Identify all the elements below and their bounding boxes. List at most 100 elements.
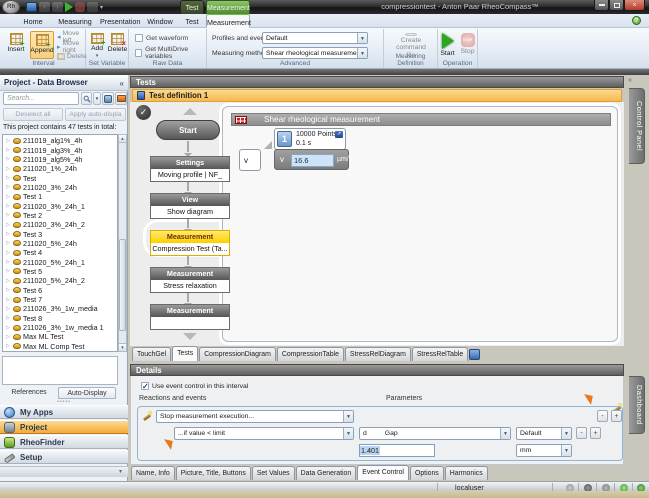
parameter-dropdown[interactable]: dGap ▼: [359, 427, 511, 440]
expander-icon[interactable]: ▷: [6, 138, 11, 144]
list-item[interactable]: ▷Test 7: [3, 295, 117, 304]
tab-compressiontable[interactable]: CompressionTable: [277, 347, 344, 361]
insert-interval-button[interactable]: + Insert: [4, 31, 28, 59]
maximize-button[interactable]: [609, 0, 624, 11]
expander-icon[interactable]: ▷: [6, 175, 11, 181]
expander-icon[interactable]: ▷: [6, 334, 11, 340]
expander-icon[interactable]: ▷: [6, 268, 11, 274]
scroll-down-icon[interactable]: ▼: [119, 343, 126, 351]
flow-node-measurement-3[interactable]: Measurement: [150, 304, 230, 330]
profiles-dropdown[interactable]: Default▼: [262, 32, 368, 44]
run-icon[interactable]: [65, 2, 73, 12]
tab-presentation[interactable]: Presentation: [100, 14, 140, 28]
nav-overflow-bar[interactable]: ▾: [0, 466, 128, 477]
tab-picture-title-buttons[interactable]: Picture, Title, Buttons: [176, 466, 251, 480]
flow-scroll-down-icon[interactable]: [183, 333, 197, 340]
list-item[interactable]: ▷Test 8: [3, 314, 117, 323]
tab-name-info[interactable]: Name, Info: [131, 466, 175, 480]
row-header-v[interactable]: v: [239, 149, 261, 171]
flow-node-start[interactable]: Start: [156, 120, 220, 140]
list-item[interactable]: ▷211020_5%_24h_2: [3, 276, 117, 285]
expander-icon[interactable]: ▷: [6, 297, 11, 303]
app-logo-icon[interactable]: Rh: [2, 0, 20, 14]
minimize-button[interactable]: [594, 0, 609, 11]
list-item[interactable]: ▷211026_3%_1w_media: [3, 304, 117, 313]
tab-stressreltable[interactable]: StressRelTable: [412, 347, 468, 361]
tab-options[interactable]: Options: [410, 466, 444, 480]
deselect-all-button[interactable]: Deselect all: [3, 108, 63, 121]
flow-node-stress-relaxation[interactable]: Measurement Stress relaxation: [150, 267, 230, 293]
use-event-control-checkbox[interactable]: Use event control in this interval: [141, 382, 248, 390]
list-item[interactable]: ▷211019_alg3%_4h: [3, 145, 117, 154]
expander-icon[interactable]: ▷: [6, 343, 11, 349]
expander-icon[interactable]: ▷: [6, 166, 11, 172]
tab-data-generation[interactable]: Data Generation: [296, 466, 357, 480]
get-waveform-checkbox[interactable]: Get waveform: [135, 34, 188, 42]
decrement-button[interactable]: -: [576, 427, 587, 439]
expander-icon[interactable]: ▷: [6, 231, 11, 237]
expander-icon[interactable]: ▷: [6, 325, 11, 331]
scroll-up-icon[interactable]: ▲: [119, 135, 126, 143]
flow-node-view[interactable]: View Show diagram: [150, 193, 230, 219]
expander-icon[interactable]: ▷: [6, 147, 11, 153]
dashboard-vertical-tab[interactable]: Dashboard: [629, 376, 645, 434]
list-item[interactable]: ▷Test 2: [3, 211, 117, 220]
list-item[interactable]: ▷211020_5%_24h: [3, 239, 117, 248]
expander-icon[interactable]: ▷: [6, 250, 11, 256]
start-button[interactable]: Start: [438, 31, 457, 59]
search-button[interactable]: [81, 92, 92, 105]
collapse-panel-icon[interactable]: «: [120, 76, 124, 92]
search-input[interactable]: Search...: [3, 92, 79, 105]
nav-rheofinder[interactable]: RheoFinder: [0, 435, 128, 449]
save-icon[interactable]: [26, 2, 37, 12]
undo-icon[interactable]: ‹: [39, 2, 50, 12]
tab-references[interactable]: References: [4, 387, 54, 399]
flow-scroll-up-icon[interactable]: [183, 108, 197, 115]
expander-icon[interactable]: ▷: [6, 222, 11, 228]
display-settings-icon[interactable]: [102, 92, 114, 105]
unit-dropdown[interactable]: mm▼: [516, 444, 572, 457]
list-item[interactable]: ▷Max ML Test: [3, 332, 117, 341]
tree-scrollbar[interactable]: ▲ ▼: [118, 134, 127, 352]
remove-parameter-button[interactable]: -: [597, 410, 608, 422]
increment-button[interactable]: +: [590, 427, 601, 439]
stop-icon[interactable]: [75, 2, 85, 12]
list-item[interactable]: ▷211020_5%_24h_1: [3, 257, 117, 266]
expander-icon[interactable]: ▷: [6, 203, 11, 209]
close-button[interactable]: ×: [624, 0, 645, 11]
device-icon[interactable]: [87, 2, 98, 12]
tab-measuring-set[interactable]: Measuring Set: [52, 14, 98, 28]
interval-summary-box[interactable]: 1 10000 Points 0.1 s ↗: [274, 128, 346, 150]
tab-touchgel[interactable]: TouchGel: [132, 347, 171, 361]
velocity-parameter-box[interactable]: v 16.6 µm/s: [274, 149, 349, 170]
expander-icon[interactable]: ▷: [6, 194, 11, 200]
tab-measurement[interactable]: Measurement: [206, 14, 250, 28]
move-right-button[interactable]: ▸Move right: [57, 42, 85, 51]
flame-arrow-icon[interactable]: [582, 394, 593, 405]
expander-icon[interactable]: ▷: [6, 306, 11, 312]
expander-icon[interactable]: ▷: [6, 156, 11, 162]
list-item[interactable]: ▷211020_3%_24h: [3, 183, 117, 192]
list-item[interactable]: ▷Test: [3, 173, 117, 182]
interval-options-icon[interactable]: ↗: [335, 131, 343, 138]
expander-icon[interactable]: ▷: [6, 315, 11, 321]
add-parameter-button[interactable]: +: [611, 410, 622, 422]
expander-icon[interactable]: ▷: [6, 212, 11, 218]
control-panel-vertical-tab[interactable]: Control Panel: [629, 88, 645, 164]
tab-tests[interactable]: Tests: [172, 346, 198, 361]
flow-node-settings[interactable]: Settings Moving profile | NF_: [150, 156, 230, 182]
list-item[interactable]: ▷Test 3: [3, 229, 117, 238]
search-options-dropdown[interactable]: ▼: [93, 92, 101, 105]
list-item[interactable]: ▷Test 5: [3, 267, 117, 276]
reaction-dropdown[interactable]: Stop measurement execution...▼: [156, 410, 354, 423]
tab-compressiondiagram[interactable]: CompressionDiagram: [199, 347, 276, 361]
help-icon[interactable]: ?: [632, 16, 641, 25]
stop-button[interactable]: STOP Stop: [458, 31, 477, 59]
tab-set-values[interactable]: Set Values: [252, 466, 295, 480]
nav-setup[interactable]: Setup: [0, 450, 128, 464]
nav-my-apps[interactable]: My Apps: [0, 405, 128, 419]
append-interval-button[interactable]: + Append: [30, 31, 54, 59]
tab-auto-display[interactable]: Auto-Display: [58, 387, 116, 399]
list-item[interactable]: ▷211026_3%_1w_media 1: [3, 323, 117, 332]
expander-icon[interactable]: ▷: [6, 259, 11, 265]
